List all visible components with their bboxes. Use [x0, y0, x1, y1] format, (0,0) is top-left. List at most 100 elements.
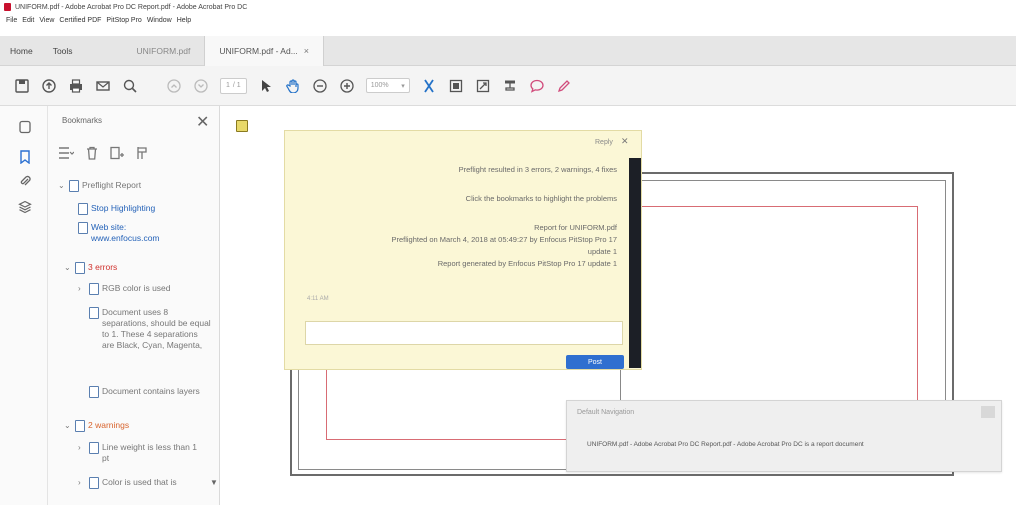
bookmark-page-icon	[89, 386, 99, 398]
bookmark-properties-icon[interactable]	[136, 146, 150, 163]
page-thumbnails-icon[interactable]	[18, 120, 32, 134]
sticky-note-icon[interactable]	[236, 120, 248, 132]
chevron-down-icon[interactable]: ⌄	[58, 181, 66, 190]
comment-timestamp: 4:11 AM	[307, 296, 329, 302]
comment-text-line: update 1	[587, 247, 617, 256]
bookmark-item[interactable]: Web site: www.enfocus.com	[78, 222, 181, 244]
bookmark-options-icon[interactable]	[58, 146, 75, 163]
bookmark-item[interactable]: ⌄ 3 errors	[64, 262, 117, 274]
post-button[interactable]: Post	[566, 355, 624, 369]
notification-message: UNIFORM.pdf - Adobe Acrobat Pro DC Repor…	[587, 441, 864, 448]
reply-button[interactable]: Reply	[595, 139, 613, 146]
bookmark-page-icon	[89, 307, 99, 319]
bookmark-page-icon	[89, 477, 99, 489]
chevron-right-icon[interactable]: ›	[78, 284, 86, 293]
save-icon[interactable]	[14, 78, 30, 94]
zoom-value: 100%	[370, 82, 389, 89]
menu-pitstop-pro[interactable]: PitStop Pro	[106, 17, 141, 24]
search-icon[interactable]	[122, 78, 138, 94]
doc-tab-uniform[interactable]: UNIFORM.pdf	[123, 36, 205, 66]
tab-tools[interactable]: Tools	[43, 36, 83, 66]
notification-toast: Default Navigation UNIFORM.pdf - Adobe A…	[566, 400, 1002, 472]
menu-view[interactable]: View	[39, 17, 54, 24]
title-bar: UNIFORM.pdf - Adobe Acrobat Pro DC Repor…	[0, 0, 1016, 14]
menu-certified-pdf[interactable]: Certified PDF	[59, 17, 101, 24]
bookmark-page-icon	[89, 283, 99, 295]
bookmark-label: Line weight is less than 1 pt	[102, 442, 197, 463]
menu-file[interactable]: File	[6, 17, 17, 24]
menu-window[interactable]: Window	[147, 17, 172, 24]
zoom-out-icon[interactable]	[312, 78, 328, 94]
select-cursor-icon[interactable]	[258, 78, 274, 94]
attachment-icon[interactable]	[18, 174, 32, 188]
pen-icon[interactable]	[556, 78, 572, 94]
upload-icon[interactable]	[41, 78, 57, 94]
tab-bar: Home Tools UNIFORM.pdf UNIFORM.pdf - Ad.…	[0, 35, 1016, 66]
doc-tab-label: UNIFORM.pdf - Ad...	[219, 45, 298, 56]
print-icon[interactable]	[68, 78, 84, 94]
hand-icon[interactable]	[285, 78, 301, 94]
bookmark-item[interactable]: › RGB color is used	[78, 283, 171, 295]
bookmark-label: 2 warnings	[88, 420, 130, 430]
chevron-down-icon[interactable]: ⌄	[64, 263, 72, 272]
bookmark-item[interactable]: Stop Highlighting	[78, 203, 155, 215]
bookmark-label: RGB color is used	[102, 283, 171, 293]
bookmark-item[interactable]: › Color is used that is	[78, 477, 202, 489]
comment-text-line: Preflighted on March 4, 2018 at 05:49:27…	[391, 235, 617, 244]
comment-scrollbar[interactable]	[629, 158, 641, 368]
bookmark-label: Stop Highlighting	[91, 203, 156, 213]
tab-close-icon[interactable]: ×	[304, 46, 309, 56]
acrobat-app-icon	[4, 3, 11, 11]
bookmark-item[interactable]: Document contains layers	[89, 386, 212, 398]
bookmark-icon[interactable]	[18, 150, 32, 164]
doc-tab-uniform-active[interactable]: UNIFORM.pdf - Ad... ×	[204, 35, 325, 66]
bookmark-page-icon	[78, 203, 88, 215]
comment-text-line: Preflight resulted in 3 errors, 2 warnin…	[458, 165, 617, 174]
chevron-right-icon[interactable]: ›	[78, 443, 86, 452]
email-icon[interactable]	[95, 78, 111, 94]
bookmark-toolbar	[58, 146, 150, 163]
bookmark-label: Preflight Report	[82, 180, 142, 190]
main-toolbar: 1 / 1 100% ▾	[0, 66, 1016, 106]
bookmark-item[interactable]: Document uses 8 separations, should be e…	[89, 307, 212, 351]
bookmark-item[interactable]: ⌄ Preflight Report	[58, 180, 141, 192]
close-icon[interactable]: ✕	[621, 136, 629, 147]
page-down-icon[interactable]	[193, 78, 209, 94]
reply-input[interactable]	[305, 321, 623, 345]
new-bookmark-icon[interactable]	[110, 146, 124, 163]
delete-bookmark-icon[interactable]	[86, 146, 98, 163]
window-title: UNIFORM.pdf - Adobe Acrobat Pro DC Repor…	[15, 3, 248, 11]
bookmarks-panel: Bookmarks ✕ ⌄ Preflight Report Stop High…	[48, 106, 220, 505]
zoom-level-select[interactable]: 100% ▾	[365, 78, 410, 93]
bookmark-label: 3 errors	[88, 262, 118, 272]
bookmark-page-icon	[89, 442, 99, 454]
close-icon[interactable]: ✕	[196, 112, 209, 132]
bookmark-item[interactable]: ⌄ 2 warnings	[64, 420, 129, 432]
bookmark-label: Web site: www.enfocus.com	[91, 222, 160, 243]
tab-home[interactable]: Home	[0, 36, 43, 66]
zoom-in-icon[interactable]	[339, 78, 355, 94]
notification-close-button[interactable]	[981, 406, 995, 418]
page-total: / 1	[232, 82, 241, 89]
scroll-down-icon[interactable]: ▼	[210, 478, 218, 487]
chevron-right-icon[interactable]: ›	[78, 478, 86, 487]
stamp-icon[interactable]	[502, 78, 518, 94]
bookmark-page-icon	[78, 222, 88, 234]
page-fit-icon[interactable]	[448, 78, 464, 94]
page-up-icon[interactable]	[166, 78, 182, 94]
bookmark-page-icon	[75, 262, 85, 274]
crop-icon[interactable]	[421, 78, 437, 94]
bookmark-label: Document contains layers	[102, 386, 200, 396]
comment-popup: Reply ✕ Preflight resulted in 3 errors, …	[284, 130, 642, 370]
layers-icon[interactable]	[18, 200, 32, 214]
bookmarks-title: Bookmarks	[62, 116, 103, 125]
comment-icon[interactable]	[529, 78, 545, 94]
page-number-field[interactable]: 1 / 1	[220, 77, 247, 94]
menu-edit[interactable]: Edit	[22, 17, 34, 24]
bookmark-page-icon	[75, 420, 85, 432]
chevron-down-icon[interactable]: ⌄	[64, 421, 72, 430]
bookmark-item[interactable]: › Line weight is less than 1 pt	[78, 442, 202, 464]
page-fit-alt-icon[interactable]	[475, 78, 491, 94]
chevron-down-icon: ▾	[401, 82, 405, 90]
menu-help[interactable]: Help	[177, 17, 191, 24]
